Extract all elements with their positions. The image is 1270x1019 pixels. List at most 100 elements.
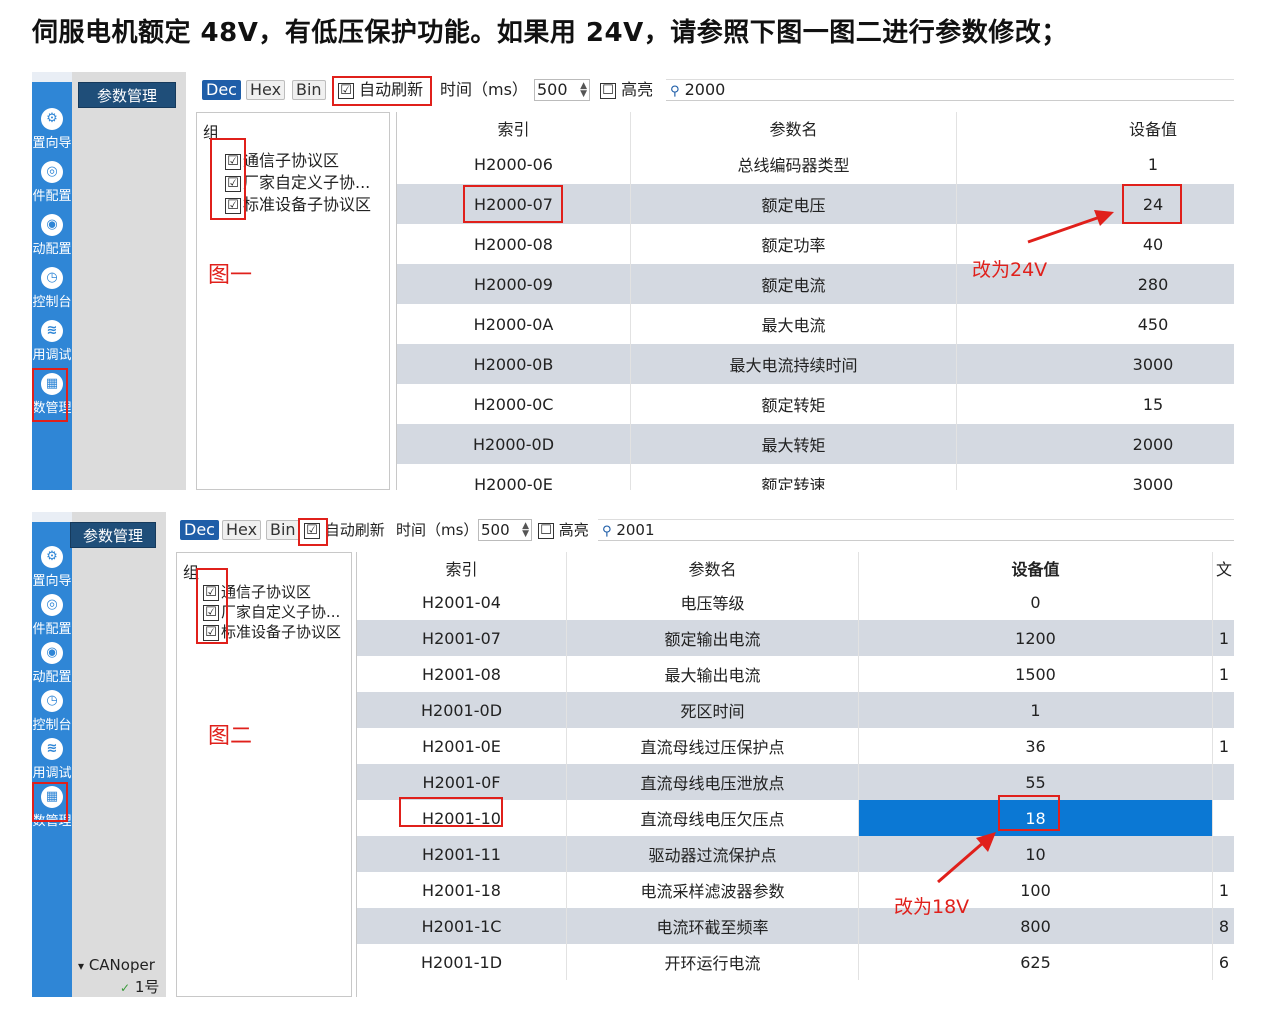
sidebar-item[interactable]: ◷ 控制台 xyxy=(32,690,72,742)
highlight-toggle[interactable]: ☐ 高亮 xyxy=(600,78,653,102)
time-input[interactable]: 500 ▲ ▼ xyxy=(534,79,590,101)
table-cell[interactable]: 0 xyxy=(859,584,1213,620)
table-cell[interactable]: 36 xyxy=(859,728,1213,764)
table-cell[interactable]: 3000 xyxy=(957,464,1234,491)
table-cell[interactable]: 55 xyxy=(859,764,1213,800)
table-row[interactable]: H2000-06 总线编码器类型 1 xyxy=(397,144,1234,184)
table-row[interactable]: H2001-1D 开环运行电流 625 6 xyxy=(357,944,1234,980)
table-row[interactable]: H2001-10 直流母线电压欠压点 18 xyxy=(357,800,1234,836)
group-item-comm[interactable]: ☑ 通信子协议区 xyxy=(203,581,311,602)
table-cell[interactable]: 1 xyxy=(859,692,1213,728)
sidebar-item[interactable]: ◎ 件配置 xyxy=(32,161,72,213)
table-row[interactable]: H2001-07 额定输出电流 1200 1 xyxy=(357,620,1234,656)
table-row[interactable]: H2001-0E 直流母线过压保护点 36 1 xyxy=(357,728,1234,764)
time-input[interactable]: 500 ▲ ▼ xyxy=(478,519,532,541)
column-header[interactable]: 设备值 xyxy=(957,112,1234,144)
sidebar-item[interactable]: ▦ 数管理 xyxy=(32,786,72,838)
filter-input[interactable]: ⚲ 2001 xyxy=(598,519,1234,541)
table-row[interactable]: H2000-09 额定电流 280 xyxy=(397,264,1234,304)
dec-button[interactable]: Dec xyxy=(180,520,219,540)
parameter-manage-button[interactable]: 参数管理 xyxy=(70,522,156,548)
group-item-standard[interactable]: ☑ 标准设备子协议区 xyxy=(225,191,371,215)
auto-refresh-checkbox[interactable]: ☑ xyxy=(338,82,354,99)
table-cell: 死区时间 xyxy=(567,692,859,728)
group-item-comm[interactable]: ☑ 通信子协议区 xyxy=(225,147,339,171)
sidebar-item[interactable]: ⚙ 置向导 xyxy=(32,108,72,160)
group-item-vendor[interactable]: ☑ 厂家自定义子协... xyxy=(203,601,340,622)
column-header[interactable]: 参数名 xyxy=(631,112,957,144)
table-row[interactable]: H2000-0E 额定转速 3000 xyxy=(397,464,1234,490)
group-checkbox[interactable]: ☑ xyxy=(225,175,241,192)
spin-arrows-icon[interactable]: ▲ ▼ xyxy=(522,522,529,539)
group-checkbox[interactable]: ☑ xyxy=(203,584,219,601)
auto-refresh-toggle[interactable]: ☑ 自动刷新 xyxy=(338,78,423,102)
group-item-vendor[interactable]: ☑ 厂家自定义子协... xyxy=(225,169,370,193)
sidebar-item[interactable]: ◎ 件配置 xyxy=(32,594,72,646)
highlight-toggle[interactable]: ☐ 高亮 xyxy=(538,518,589,542)
sidebar-item[interactable]: ◷ 控制台 xyxy=(32,267,72,319)
table-row[interactable]: H2001-0F 直流母线电压泄放点 55 xyxy=(357,764,1234,800)
table-cell[interactable]: 18 xyxy=(859,800,1213,836)
nav-panel: 参数管理 xyxy=(72,72,186,490)
group-item-standard[interactable]: ☑ 标准设备子协议区 xyxy=(203,621,341,642)
parameter-manage-button[interactable]: 参数管理 xyxy=(78,82,176,108)
bin-button[interactable]: Bin xyxy=(266,520,300,540)
hex-button[interactable]: Hex xyxy=(246,80,286,100)
table-row[interactable]: H2001-04 电压等级 0 xyxy=(357,584,1234,620)
hex-button[interactable]: Hex xyxy=(222,520,262,540)
sidebar-item[interactable]: ◉ 动配置 xyxy=(32,214,72,266)
dec-button[interactable]: Dec xyxy=(202,80,241,100)
table-row[interactable]: H2000-0C 额定转矩 15 xyxy=(397,384,1234,424)
tree-toggle-icon[interactable]: ▾ xyxy=(78,959,84,973)
highlight-checkbox[interactable]: ☐ xyxy=(538,522,554,539)
sidebar-item[interactable]: ▦ 数管理 xyxy=(32,373,72,425)
column-header[interactable]: 文 xyxy=(1213,552,1234,584)
sidebar-item[interactable]: ◉ 动配置 xyxy=(32,642,72,694)
table-row[interactable]: H2001-0D 死区时间 1 xyxy=(357,692,1234,728)
bin-button[interactable]: Bin xyxy=(292,80,326,100)
group-checkbox[interactable]: ☑ xyxy=(225,153,241,170)
table-row[interactable]: H2000-07 额定电压 24 xyxy=(397,184,1234,224)
table-cell[interactable]: 24 xyxy=(957,184,1234,224)
group-checkbox[interactable]: ☑ xyxy=(225,197,241,214)
spin-arrows-icon[interactable]: ▲ ▼ xyxy=(580,82,587,99)
tree-node[interactable]: ✓ 1号 xyxy=(120,976,159,997)
table-row[interactable]: H2000-0D 最大转矩 2000 xyxy=(397,424,1234,464)
table-row[interactable]: H2000-08 额定功率 40 xyxy=(397,224,1234,264)
column-header[interactable]: 索引 xyxy=(357,552,567,584)
table-cell[interactable]: 1 xyxy=(957,144,1234,184)
auto-refresh-checkbox[interactable]: ☑ xyxy=(304,522,320,539)
column-header[interactable]: 参数名 xyxy=(567,552,859,584)
table-row[interactable]: H2001-1C 电流环截至频率 800 8 xyxy=(357,908,1234,944)
table-row[interactable]: H2001-18 电流采样滤波器参数 100 1 xyxy=(357,872,1234,908)
table-header: 索引 参数名 设备值 xyxy=(397,112,1234,144)
left-nav-header xyxy=(32,72,72,82)
filter-input[interactable]: ⚲ 2000 xyxy=(666,79,1234,101)
highlight-checkbox[interactable]: ☐ xyxy=(600,82,616,99)
table-row[interactable]: H2000-0A 最大电流 450 xyxy=(397,304,1234,344)
table-row[interactable]: H2000-0B 最大电流持续时间 3000 xyxy=(397,344,1234,384)
left-nav-header xyxy=(32,512,72,522)
sidebar-item[interactable]: ≋ 用调试 xyxy=(32,320,72,372)
table-cell[interactable]: 625 xyxy=(859,944,1213,980)
sidebar-item[interactable]: ≋ 用调试 xyxy=(32,738,72,790)
table-cell[interactable]: 450 xyxy=(957,304,1234,344)
table-cell: 8 xyxy=(1218,916,1230,936)
group-checkbox[interactable]: ☑ xyxy=(203,604,219,621)
group-checkbox[interactable]: ☑ xyxy=(203,624,219,641)
table-cell[interactable]: 1200 xyxy=(859,620,1213,656)
table-cell xyxy=(1213,692,1234,728)
table-cell[interactable]: 3000 xyxy=(957,344,1234,384)
table-cell[interactable]: 15 xyxy=(957,384,1234,424)
table-row[interactable]: H2001-08 最大输出电流 1500 1 xyxy=(357,656,1234,692)
sidebar-item[interactable]: ⚙ 置向导 xyxy=(32,546,72,598)
table-cell[interactable]: 2000 xyxy=(957,424,1234,464)
table-row[interactable]: H2001-11 驱动器过流保护点 10 xyxy=(357,836,1234,872)
column-header[interactable]: 设备值 xyxy=(859,552,1213,584)
table-cell[interactable]: 10 xyxy=(859,836,1213,872)
auto-refresh-toggle[interactable]: ☑ 自动刷新 xyxy=(304,518,385,542)
column-header[interactable]: 索引 xyxy=(397,112,631,144)
table-cell[interactable]: 1500 xyxy=(859,656,1213,692)
table-cell: 1 xyxy=(1218,736,1230,756)
tree-root[interactable]: CANoper xyxy=(89,956,155,974)
